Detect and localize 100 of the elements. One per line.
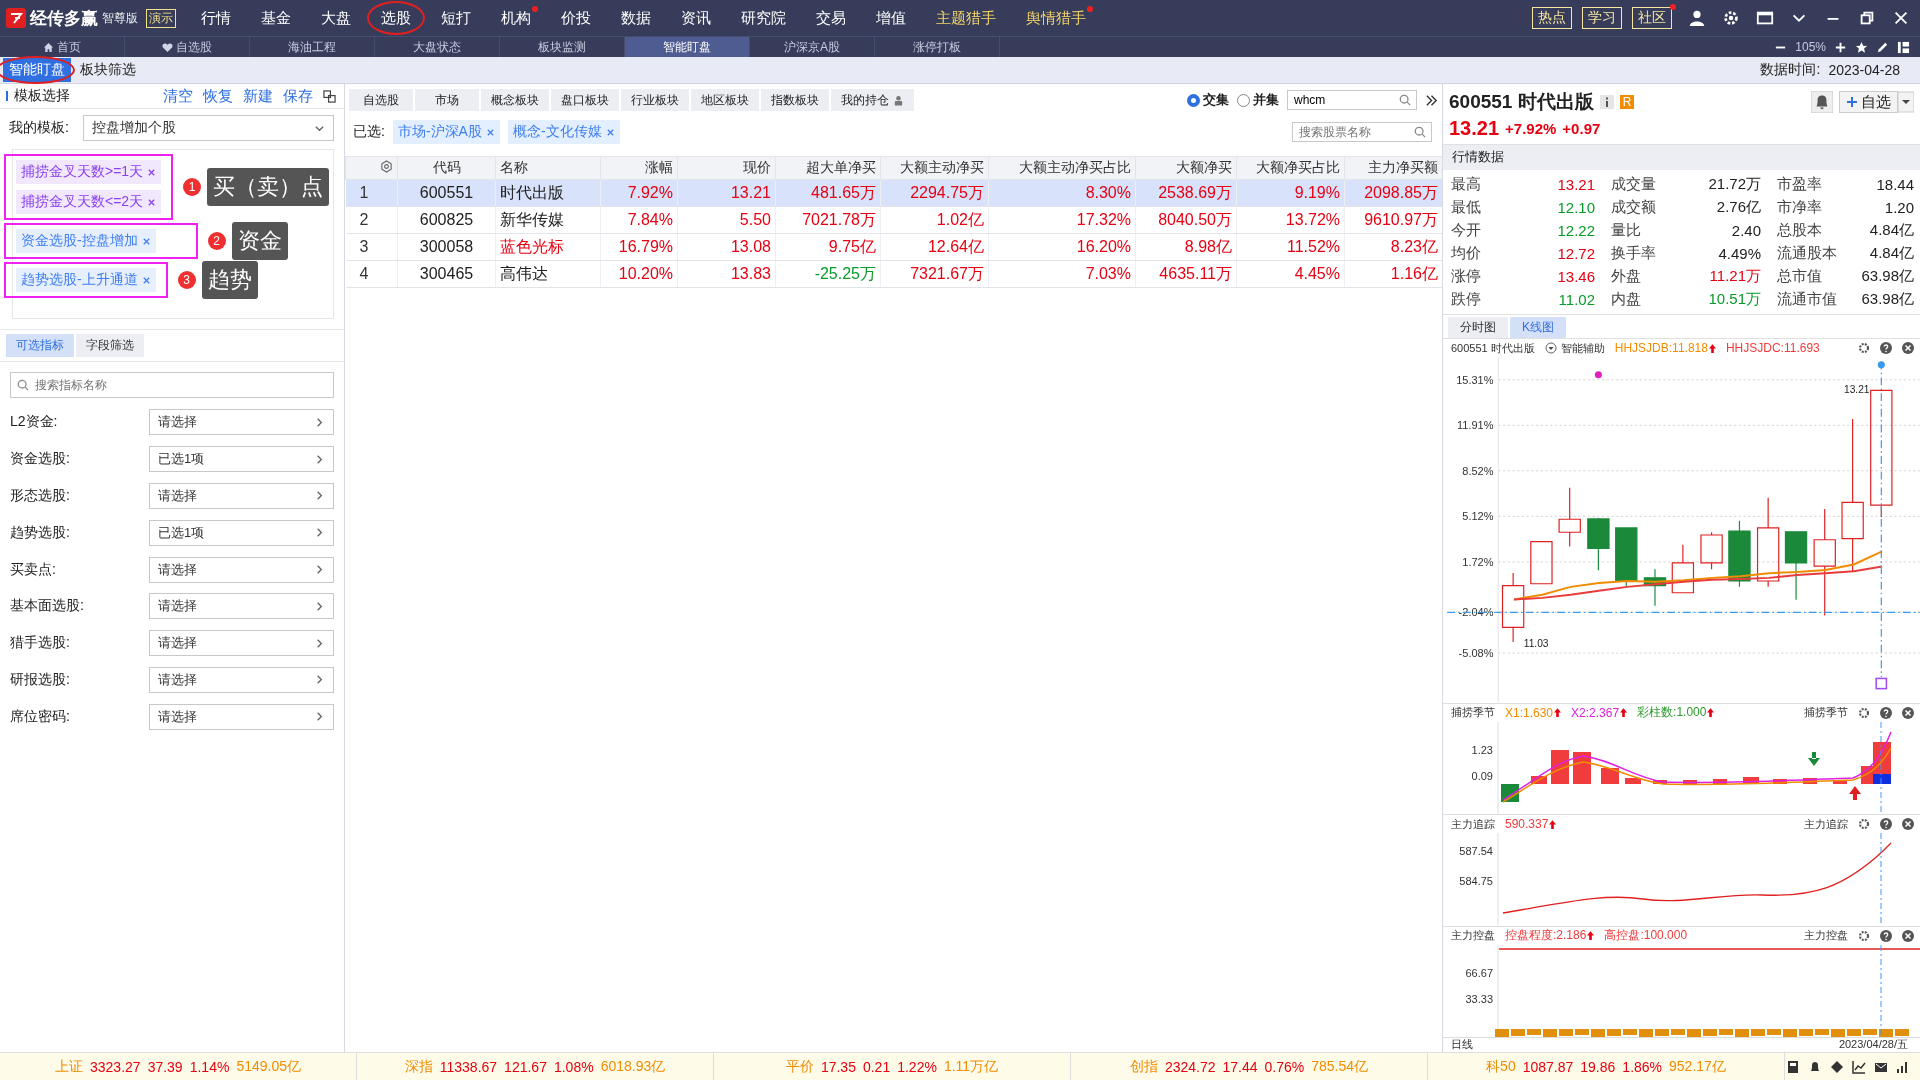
signal-icon[interactable] (1896, 1059, 1910, 1074)
remove-icon[interactable] (141, 275, 151, 285)
sector-tab[interactable]: 自选股 (349, 89, 413, 111)
nav-tab[interactable]: 智能盯盘 (625, 37, 750, 57)
menu-item[interactable]: 大盘 (306, 0, 366, 36)
table-row[interactable]: 2 600825 新华传媒 7.84% 5.50 7021.78万 1.02亿 17.32% 8040.50万 13.72% 9610.97万 (345, 206, 1443, 234)
menu-item[interactable]: 行情 (186, 0, 246, 36)
top-button[interactable]: 社区 (1632, 7, 1672, 29)
sector-tab[interactable]: 我的持仓 (831, 89, 914, 111)
menu-item[interactable]: 基金 (246, 0, 306, 36)
help-icon[interactable] (1880, 706, 1892, 719)
copy-icon[interactable] (323, 89, 336, 103)
help-icon[interactable] (1880, 818, 1892, 831)
menu-item[interactable]: 增值 (861, 0, 921, 36)
info-icon[interactable] (1599, 95, 1614, 109)
star-icon[interactable] (1855, 40, 1868, 54)
settings-icon[interactable] (1858, 929, 1870, 942)
top-button[interactable]: 热点 (1532, 7, 1572, 29)
sector-tab[interactable]: 指数板块 (761, 89, 829, 111)
action-link[interactable]: 清空 (163, 86, 193, 106)
demo-button[interactable]: 演示 (146, 8, 176, 28)
assist-label[interactable]: 智能辅助 (1560, 341, 1605, 356)
sector-tab[interactable]: 地区板块 (691, 89, 759, 111)
help-icon[interactable] (1880, 342, 1892, 355)
filter-dropdown[interactable]: 请选择 (149, 409, 334, 436)
menu-item[interactable]: 选股 (366, 0, 426, 36)
column-header[interactable]: 主力净买额 (1344, 156, 1443, 180)
filter-dropdown[interactable]: 请选择 (149, 593, 334, 620)
page-tab[interactable]: 智能盯盘 (3, 58, 71, 82)
filter-dropdown[interactable]: 请选择 (149, 483, 334, 509)
indicator-tab[interactable]: 字段筛选 (76, 334, 144, 357)
settings-icon[interactable] (380, 160, 393, 173)
sector-tab[interactable]: 概念板块 (481, 89, 549, 111)
action-link[interactable]: 恢复 (203, 86, 233, 106)
filter-dropdown[interactable]: 请选择 (149, 556, 334, 583)
filter-dropdown[interactable]: 已选1项 (149, 446, 334, 473)
radio-option[interactable]: 交集 (1187, 91, 1229, 109)
zoom-in-icon[interactable] (1834, 40, 1847, 54)
filter-dropdown[interactable]: 请选择 (149, 630, 334, 657)
calculator-icon[interactable] (1786, 1059, 1800, 1074)
remove-icon[interactable] (147, 167, 157, 177)
close-icon[interactable] (1902, 342, 1914, 355)
diamond-icon[interactable] (1830, 1059, 1844, 1074)
menu-item[interactable]: 主题猎手 (921, 0, 1011, 36)
column-header[interactable]: 代码 (397, 156, 496, 180)
chart-tab[interactable]: 分时图 (1448, 316, 1508, 339)
top-button[interactable]: 学习 (1582, 7, 1622, 29)
radio-option[interactable]: 并集 (1237, 91, 1279, 109)
close-icon[interactable] (1902, 929, 1914, 942)
remove-icon[interactable] (605, 127, 615, 137)
column-header[interactable]: 超大单净买 (775, 156, 881, 180)
settings-icon[interactable] (1722, 9, 1740, 27)
menu-item[interactable]: 交易 (801, 0, 861, 36)
line-chart-icon[interactable] (1852, 1059, 1866, 1074)
condition-tag[interactable]: 资金选股-控盘增加 (16, 229, 156, 253)
search-field[interactable]: 搜索股票名称 (1292, 122, 1432, 142)
sector-tab[interactable]: 盘口板块 (551, 89, 619, 111)
restore-icon[interactable] (1858, 9, 1876, 27)
close-icon[interactable] (1902, 706, 1914, 719)
double-chevron-icon[interactable] (1425, 93, 1438, 107)
search-icon[interactable] (1399, 94, 1411, 106)
remove-icon[interactable] (147, 197, 157, 207)
menu-item[interactable]: 数据 (606, 0, 666, 36)
bell-icon[interactable] (1808, 1059, 1822, 1074)
column-header[interactable]: 名称 (495, 156, 601, 180)
column-header[interactable]: 大额净买 (1135, 156, 1237, 180)
action-link[interactable]: 新建 (243, 86, 273, 106)
menu-item[interactable]: 价投 (546, 0, 606, 36)
layout-icon[interactable] (1897, 40, 1910, 54)
sector-tab[interactable]: 市场 (415, 89, 479, 111)
column-header[interactable]: 大额主动净买 (880, 156, 989, 180)
indicator-tab[interactable]: 可选指标 (6, 334, 74, 357)
settings-icon[interactable] (1858, 818, 1870, 831)
column-header[interactable]: 大额主动净买占比 (988, 156, 1136, 180)
menu-item[interactable]: 机构 (486, 0, 546, 36)
menu-item[interactable]: 短打 (426, 0, 486, 36)
sector-tab[interactable]: 行业板块 (621, 89, 689, 111)
template-dropdown[interactable]: 控盘增加个股 (82, 115, 334, 141)
filter-dropdown[interactable]: 请选择 (149, 703, 334, 730)
stock-search-field[interactable]: whcm (1287, 90, 1417, 110)
dropdown-icon[interactable] (1544, 342, 1557, 355)
condition-tag[interactable]: 趋势选股-上升通道 (16, 268, 156, 292)
chart-tab[interactable]: K线图 (1510, 316, 1566, 339)
filter-dropdown[interactable]: 已选1项 (149, 519, 334, 546)
column-header[interactable]: 大额净买占比 (1236, 156, 1345, 180)
condition-tag[interactable]: 捕捞金叉天数>=1天 (16, 160, 162, 184)
settings-icon[interactable] (1858, 706, 1870, 719)
search-icon[interactable] (1414, 126, 1426, 138)
close-icon[interactable] (1892, 9, 1910, 27)
menu-item[interactable]: 舆情猎手 (1011, 0, 1101, 36)
column-header[interactable]: 涨幅 (600, 156, 678, 180)
column-header[interactable]: 现价 (677, 156, 776, 180)
table-row[interactable]: 4 300465 高伟达 10.20% 13.83 -25.25万 7321.67万 7.03% 4635.11万 4.45% 1.16亿 (345, 260, 1443, 288)
search-field[interactable]: 搜索指标名称 (10, 372, 334, 398)
page-tab[interactable]: 板块筛选 (74, 58, 142, 82)
action-link[interactable]: 保存 (283, 86, 313, 106)
filter-dropdown[interactable]: 请选择 (149, 666, 334, 693)
user-icon[interactable] (1688, 9, 1706, 27)
remove-icon[interactable] (485, 127, 495, 137)
close-icon[interactable] (1902, 818, 1914, 831)
